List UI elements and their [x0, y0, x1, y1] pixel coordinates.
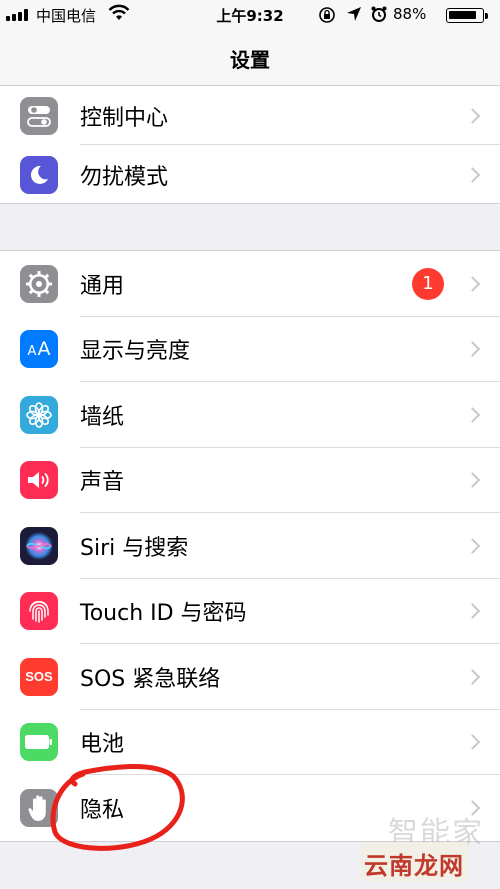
gear-icon: [20, 264, 58, 303]
sos-icon: SOS: [20, 657, 58, 696]
settings-row-emergency-sos[interactable]: SOS SOS 紧急联络: [0, 644, 500, 710]
chevron-right-icon: [464, 537, 481, 554]
settings-row-label: 电池: [80, 732, 125, 758]
flower-icon: [20, 395, 58, 434]
sos-icon-text: SOS: [25, 669, 53, 685]
settings-row-control-center[interactable]: 控制中心: [0, 86, 500, 145]
chevron-right-icon: [464, 275, 481, 292]
rotation-lock-icon: [319, 7, 335, 23]
hand-icon: [20, 788, 58, 827]
settings-row-display-brightness[interactable]: AA 显示与亮度: [0, 317, 500, 383]
settings-row-general[interactable]: 通用 1: [0, 251, 500, 317]
siri-icon: [20, 526, 58, 565]
notification-badge: 1: [412, 267, 444, 300]
settings-row-label: 声音: [80, 470, 125, 496]
battery-percent: 88%: [393, 5, 427, 23]
settings-row-label: 控制中心: [80, 105, 169, 131]
location-icon: [347, 7, 361, 21]
page-title: 设置: [230, 48, 270, 72]
settings-row-siri-search[interactable]: Siri 与搜索: [0, 513, 500, 579]
settings-group-1: 控制中心 勿扰模式: [0, 86, 500, 204]
settings-row-label: 通用: [80, 273, 125, 299]
fingerprint-icon: [20, 592, 58, 631]
chevron-right-icon: [464, 472, 481, 489]
settings-row-battery[interactable]: 电池: [0, 710, 500, 776]
settings-row-sounds[interactable]: 声音: [0, 448, 500, 514]
settings-row-wallpaper[interactable]: 墙纸: [0, 382, 500, 448]
battery-icon: [446, 8, 488, 23]
status-bar: 中国电信 上午9:32 88%: [0, 0, 500, 30]
settings-row-label: Siri 与搜索: [80, 535, 189, 561]
chevron-right-icon: [464, 603, 481, 620]
alarm-icon: [371, 6, 387, 22]
chevron-right-icon: [464, 734, 481, 751]
settings-row-touch-id-passcode[interactable]: Touch ID 与密码: [0, 579, 500, 645]
settings-row-label: 墙纸: [80, 404, 125, 430]
settings-row-label: 勿扰模式: [80, 164, 169, 190]
watermark-logo: 云南龙网: [364, 851, 464, 880]
chevron-right-icon: [464, 166, 481, 183]
text-size-icon: AA: [20, 330, 58, 369]
settings-row-label: 隐私: [80, 797, 125, 823]
moon-icon: [20, 155, 58, 194]
control-center-icon: [20, 96, 58, 135]
settings-row-label: SOS 紧急联络: [80, 666, 221, 692]
settings-row-label: 显示与亮度: [80, 339, 191, 365]
settings-group-2: 通用 1 AA 显示与亮度 墙纸 声音 Siri 与搜索 Touch ID 与密…: [0, 250, 500, 842]
battery-icon: [20, 723, 58, 762]
chevron-right-icon: [464, 107, 481, 124]
chevron-right-icon: [464, 668, 481, 685]
settings-row-do-not-disturb[interactable]: 勿扰模式: [0, 145, 500, 204]
chevron-right-icon: [464, 406, 481, 423]
settings-row-label: Touch ID 与密码: [80, 601, 247, 627]
speaker-icon: [20, 461, 58, 500]
chevron-right-icon: [464, 341, 481, 358]
navigation-bar: 设置: [0, 30, 500, 86]
